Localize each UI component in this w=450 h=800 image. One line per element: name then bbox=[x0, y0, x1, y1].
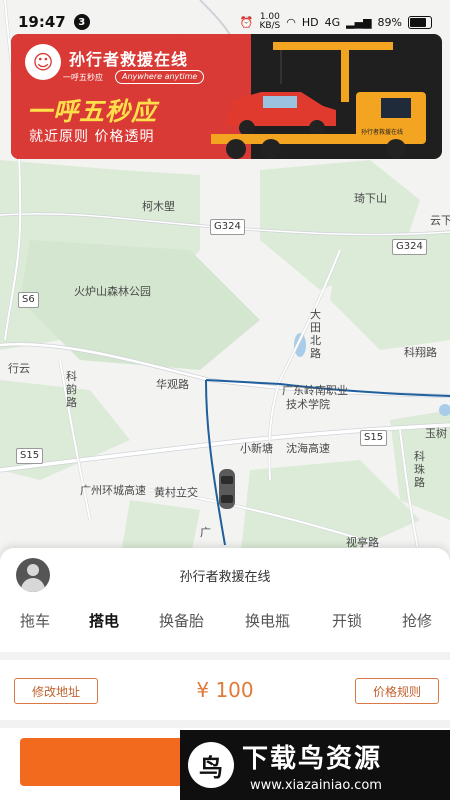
map-label: 小新塘 bbox=[240, 442, 273, 455]
wifi-icon: ◠ bbox=[286, 15, 296, 29]
car-marker-icon bbox=[219, 469, 235, 509]
tab-service[interactable]: 抢修 bbox=[402, 610, 432, 631]
map-label: 技术学院 bbox=[286, 398, 330, 411]
battery-percent: 89% bbox=[377, 15, 402, 29]
tab-service[interactable]: 换电瓶 bbox=[245, 610, 290, 631]
truck-door-text: 孙行者救援在线 bbox=[361, 128, 403, 136]
map-label: 科珠路 bbox=[414, 450, 425, 489]
notification-badge: 3 bbox=[73, 14, 90, 30]
road-shield: G324 bbox=[210, 219, 245, 235]
price-rules-button[interactable]: 价格规则 bbox=[355, 678, 439, 704]
watermark-logo-icon: 鸟 bbox=[188, 742, 234, 788]
service-tabs: 拖车 搭电 换备胎 换电瓶 开锁 抢修 bbox=[0, 610, 450, 642]
map-label: 柯木塱 bbox=[142, 200, 175, 213]
status-time: 19:47 bbox=[18, 13, 66, 31]
brand-sub-right: Anywhere anytime bbox=[115, 70, 205, 84]
signal-icon: ▂▄▆ bbox=[346, 15, 372, 29]
watermark-title: 下载鸟资源 bbox=[242, 744, 383, 774]
road-shield: S6 bbox=[18, 292, 39, 308]
hd-indicator: HD bbox=[301, 15, 319, 29]
map-label: 沈海高速 bbox=[286, 442, 330, 455]
brand-name: 孙行者救援在线 bbox=[69, 50, 189, 69]
divider bbox=[0, 720, 450, 728]
road-shield: S15 bbox=[360, 430, 388, 446]
map-label: 科韵路 bbox=[66, 370, 77, 409]
banner-slogan: 一呼五秒应 bbox=[27, 97, 158, 126]
brand-logo-icon: ☺ bbox=[25, 44, 61, 80]
net-speed: 1.00 KB/S bbox=[259, 12, 281, 31]
map-label: 琦下山 bbox=[354, 192, 387, 205]
promo-banner[interactable]: 孙行者救援在线 ☺ 孙行者救援在线 一呼五秒应 Anywhere anytime… bbox=[11, 34, 442, 159]
battery-icon bbox=[408, 15, 432, 29]
brand-sub-left: 一呼五秒应 bbox=[63, 73, 103, 82]
map-label: 科翔路 bbox=[404, 346, 437, 359]
company-name: 孙行者救援在线 bbox=[179, 570, 271, 585]
road-shield: G324 bbox=[392, 239, 427, 255]
signal-indicator: 4G bbox=[324, 15, 341, 29]
banner-slogan-secondary: 就近原则 价格透明 bbox=[29, 129, 155, 145]
tab-service[interactable]: 拖车 bbox=[20, 610, 50, 631]
tab-service[interactable]: 开锁 bbox=[332, 610, 362, 631]
divider bbox=[0, 652, 450, 660]
map-label: 黄村立交 bbox=[154, 486, 198, 499]
map-label: 广州环城高速 bbox=[80, 484, 146, 497]
map-label: 广 bbox=[200, 526, 211, 539]
map-label: 云下 bbox=[430, 214, 450, 227]
watermark-url: www.xiazainiao.com bbox=[250, 778, 382, 793]
alarm-icon: ⏰ bbox=[239, 15, 254, 29]
map-label: 玉树 bbox=[425, 427, 447, 440]
tab-service-active[interactable]: 搭电 bbox=[89, 610, 119, 631]
road-shield: S15 bbox=[16, 448, 44, 464]
watermark-overlay: 鸟 下载鸟资源 www.xiazainiao.com bbox=[180, 730, 450, 800]
map-label: 火炉山森林公园 bbox=[74, 285, 151, 298]
tab-service[interactable]: 换备胎 bbox=[159, 610, 204, 631]
map-label: 华观路 bbox=[156, 378, 189, 391]
map-label: 行云 bbox=[8, 362, 30, 375]
map-label: 大田北路 bbox=[310, 308, 321, 360]
status-bar: 19:47 3 ⏰ 1.00 KB/S ◠ HD 4G ▂▄▆ 89% bbox=[0, 0, 450, 44]
